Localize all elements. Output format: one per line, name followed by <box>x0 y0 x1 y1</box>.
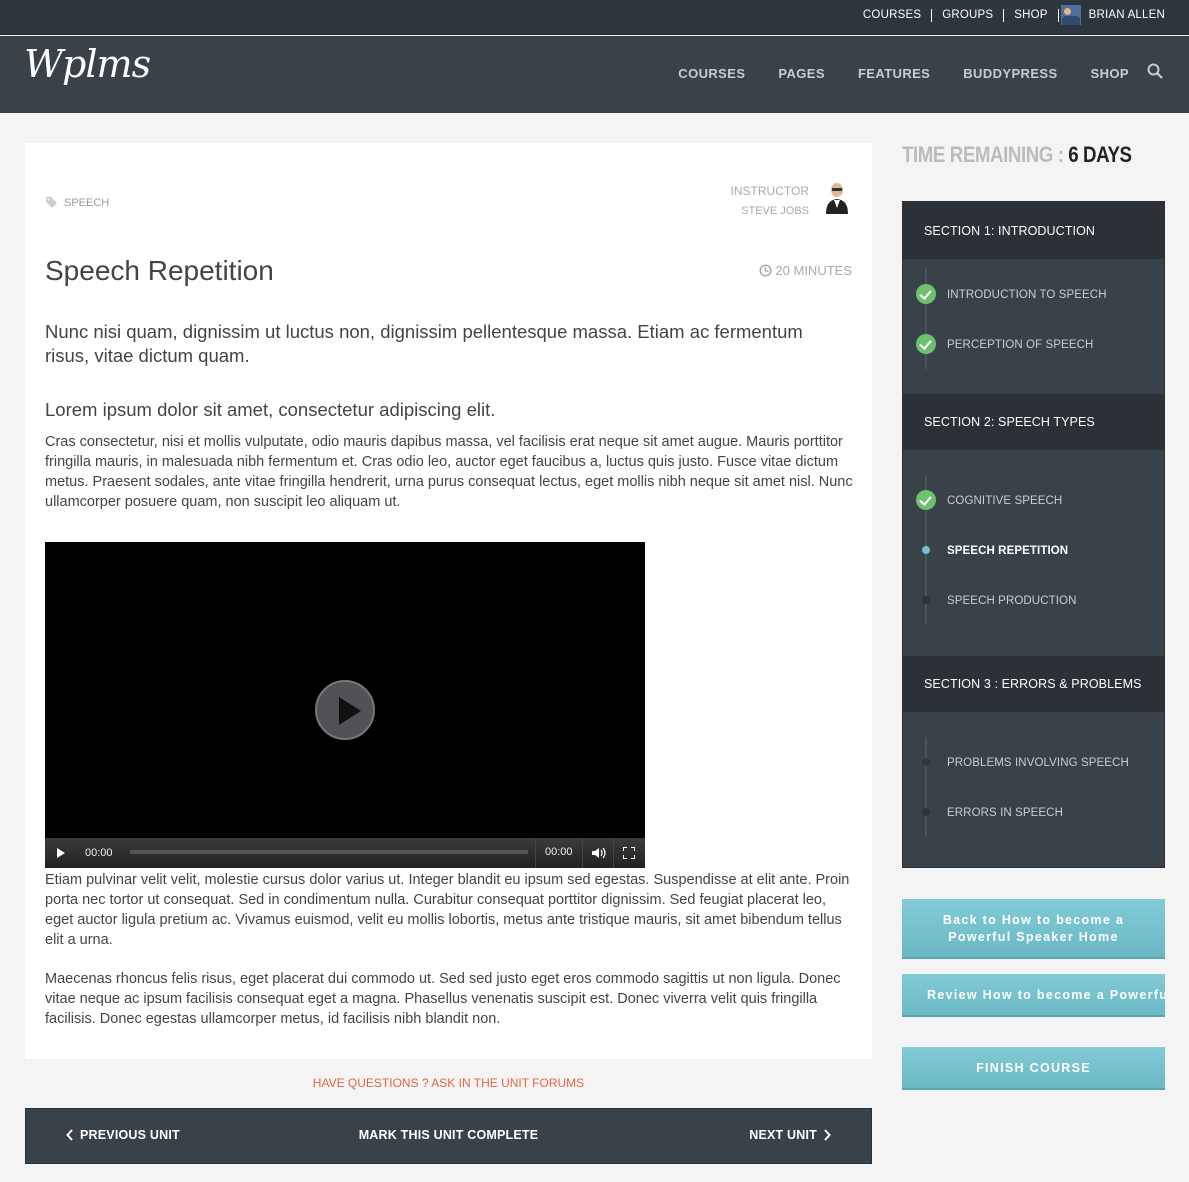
volume-icon[interactable] <box>591 847 607 859</box>
unit-paragraph-1: Cras consectetur, nisi et mollis vulputa… <box>45 434 853 510</box>
video-controls: 00:00 00:00 <box>45 838 645 868</box>
section-header: SECTION 2: SPEECH TYPES <box>903 394 1164 450</box>
instructor-name[interactable]: STEVE JOBS <box>731 201 809 221</box>
curriculum-item-problems-involving-speech[interactable]: PROBLEMS INVOLVING SPEECH <box>947 757 1129 769</box>
check-icon <box>916 334 936 354</box>
top-link-courses[interactable]: COURSES <box>853 8 933 22</box>
unit-navigation: PREVIOUS UNIT MARK THIS UNIT COMPLETE NE… <box>25 1108 872 1164</box>
unit-title: Speech Repetition <box>45 255 274 286</box>
duration-label: 20 MINUTES <box>775 263 852 278</box>
curriculum-item-speech-production[interactable]: SPEECH PRODUCTION <box>947 595 1077 607</box>
user-avatar <box>1060 5 1081 25</box>
clock-icon <box>759 264 772 277</box>
time-remaining: TIME REMAINING : 6 DAYS <box>902 142 1132 168</box>
top-bar: COURSES GROUPS SHOP BRIAN ALLEN <box>0 0 1189 35</box>
unit-tag[interactable]: SPEECH <box>45 196 109 209</box>
curriculum-item-cognitive-speech[interactable]: COGNITIVE SPEECH <box>947 495 1062 507</box>
curriculum-item-introduction-to-speech[interactable]: INTRODUCTION TO SPEECH <box>947 289 1107 301</box>
pending-indicator <box>922 758 930 766</box>
current-unit-indicator <box>922 546 930 554</box>
big-play-button[interactable] <box>315 680 375 740</box>
controls-divider <box>535 838 536 868</box>
top-link-groups[interactable]: GROUPS <box>932 8 1005 22</box>
main-nav: COURSES PAGES FEATURES BUDDYPRESS SHOP <box>645 66 1129 81</box>
unit-duration: 20 MINUTES <box>759 263 852 278</box>
fullscreen-icon[interactable] <box>623 847 635 859</box>
progress-bar[interactable] <box>130 850 528 854</box>
nav-shop[interactable]: SHOP <box>1091 66 1129 81</box>
section-header: SECTION 1: INTRODUCTION <box>903 202 1164 259</box>
course-curriculum: SECTION 1: INTRODUCTION INTRODUCTION TO … <box>902 201 1165 868</box>
mark-complete-button[interactable]: MARK THIS UNIT COMPLETE <box>26 1128 871 1142</box>
time-remaining-label: TIME REMAINING : <box>902 142 1064 167</box>
play-pause-button[interactable] <box>45 838 75 868</box>
unit-paragraph-3: Maecenas rhoncus felis risus, eget place… <box>45 971 841 1027</box>
check-icon <box>916 284 936 304</box>
timeline-line <box>925 737 927 837</box>
back-to-course-button[interactable]: Back to How to become a Powerful Speaker… <box>902 899 1165 959</box>
pending-indicator <box>922 808 930 816</box>
nav-courses[interactable]: COURSES <box>678 66 745 81</box>
current-time: 00:00 <box>85 847 113 859</box>
total-time: 00:00 <box>545 846 573 858</box>
site-logo[interactable]: Wplms <box>24 42 151 86</box>
instructor-info: INSTRUCTOR STEVE JOBS <box>731 181 809 221</box>
pending-indicator <box>922 596 930 604</box>
video-player[interactable]: 00:00 00:00 <box>45 542 645 868</box>
unit-subheading: Lorem ipsum dolor sit amet, consectetur … <box>45 399 496 420</box>
search-icon[interactable] <box>1147 63 1163 79</box>
unit-paragraph-2: Etiam pulvinar velit velit, molestie cur… <box>45 872 850 948</box>
user-name: BRIAN ALLEN <box>1088 9 1165 21</box>
curriculum-item-perception-of-speech[interactable]: PERCEPTION OF SPEECH <box>947 339 1093 351</box>
tag-label: SPEECH <box>64 196 110 209</box>
next-unit-button[interactable]: NEXT UNIT <box>749 1128 837 1142</box>
top-link-shop[interactable]: SHOP <box>1004 8 1059 22</box>
unit-content: SPEECH INSTRUCTOR STEVE JOBS Speech Repe… <box>25 143 872 1059</box>
next-unit-label: NEXT UNIT <box>749 1128 817 1142</box>
check-icon <box>916 490 936 510</box>
review-course-button[interactable]: Review How to become a Powerful Speaker <box>902 974 1165 1017</box>
nav-buddypress[interactable]: BUDDYPRESS <box>963 66 1057 81</box>
tag-icon <box>46 197 57 208</box>
time-remaining-value: 6 DAYS <box>1068 142 1132 167</box>
curriculum-item-errors-in-speech[interactable]: ERRORS IN SPEECH <box>947 807 1063 819</box>
nav-features[interactable]: FEATURES <box>858 66 930 81</box>
top-nav: COURSES GROUPS SHOP BRIAN ALLEN <box>853 0 1165 30</box>
user-menu[interactable]: BRIAN ALLEN <box>1060 5 1165 25</box>
unit-lead: Nunc nisi quam, dignissim ut luctus non,… <box>45 321 803 366</box>
instructor-avatar[interactable] <box>824 180 850 214</box>
section-header: SECTION 3 : ERRORS & PROBLEMS <box>903 656 1164 712</box>
finish-course-button[interactable]: FINISH COURSE <box>902 1047 1165 1090</box>
controls-divider <box>582 838 583 868</box>
instructor-label: INSTRUCTOR <box>730 184 809 198</box>
controls-divider <box>613 838 614 868</box>
nav-pages[interactable]: PAGES <box>778 66 825 81</box>
unit-forum-link[interactable]: HAVE QUESTIONS ? ASK IN THE UNIT FORUMS <box>25 1076 872 1090</box>
chevron-right-icon <box>824 1129 831 1141</box>
curriculum-item-speech-repetition[interactable]: SPEECH REPETITION <box>947 545 1068 557</box>
site-header: Wplms COURSES PAGES FEATURES BUDDYPRESS … <box>0 36 1189 113</box>
